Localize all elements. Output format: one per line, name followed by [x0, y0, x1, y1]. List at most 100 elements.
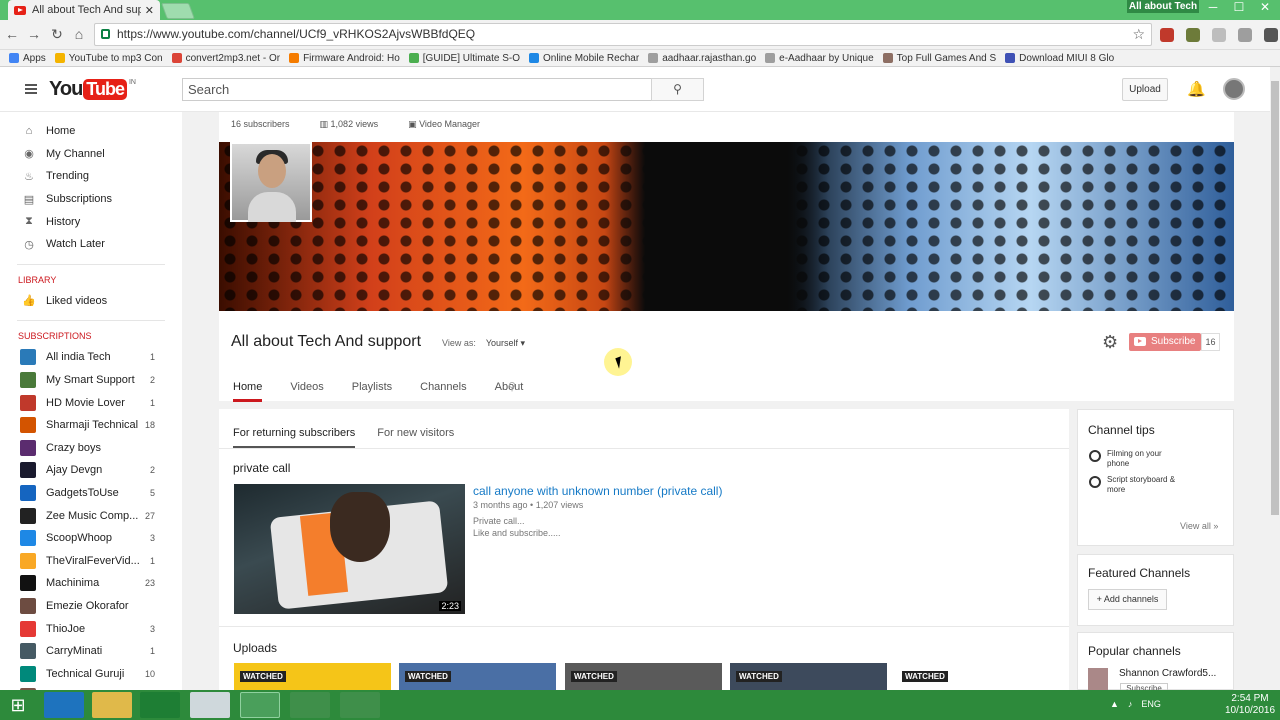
hamburger-menu-icon[interactable] — [25, 84, 37, 94]
tip-item[interactable]: Script storyboard & more — [1089, 475, 1177, 495]
sidebar-item[interactable]: ◷ Watch Later — [0, 233, 182, 256]
subscription-item[interactable]: ThioJoe 3 — [0, 617, 182, 640]
search-input[interactable]: Search — [182, 78, 652, 101]
tab-videos[interactable]: Videos — [290, 381, 323, 402]
bookmark-item[interactable]: Firmware Android: Ho — [289, 53, 400, 64]
profile-badge[interactable]: All about Tech — [1127, 0, 1199, 13]
reload-icon[interactable]: ↻ — [49, 26, 65, 42]
bookmark-item[interactable]: convert2mp3.net - Or — [171, 53, 280, 64]
back-arrow-icon[interactable]: ← — [4, 26, 20, 42]
new-tab-button[interactable] — [161, 3, 195, 19]
extension-icon[interactable] — [1212, 28, 1226, 42]
language-indicator[interactable]: ENG — [1141, 699, 1161, 709]
tab-channels[interactable]: Channels — [420, 381, 466, 402]
view-as-selector[interactable]: View as: Yourself ▾ — [442, 338, 525, 349]
sidebar-item[interactable]: ⌂ Home — [0, 120, 182, 143]
sidebar-item[interactable]: 👍 Liked videos — [0, 290, 182, 313]
content-tab[interactable]: For new visitors — [377, 427, 454, 448]
subscription-item[interactable]: Zee Music Comp... 27 — [0, 504, 182, 527]
app-icon[interactable] — [340, 692, 380, 718]
tab-home[interactable]: Home — [233, 381, 263, 402]
uploads-title[interactable]: Uploads — [233, 641, 277, 655]
subscription-item[interactable]: Sharmaji Technical 18 — [0, 414, 182, 437]
windows-start-icon[interactable]: ⊞ — [3, 692, 33, 718]
app-icon[interactable] — [290, 692, 330, 718]
network-icon[interactable]: ▲ — [1110, 699, 1119, 709]
home-browser-icon[interactable]: ⌂ — [71, 26, 87, 42]
channel-avatar[interactable] — [230, 142, 312, 222]
store-icon[interactable] — [140, 692, 180, 718]
account-avatar[interactable] — [1223, 78, 1245, 100]
popular-channel-avatar[interactable] — [1088, 668, 1108, 690]
chrome-icon[interactable] — [240, 692, 280, 718]
sidebar-item[interactable]: ⧗ History — [0, 210, 182, 233]
close-window-button[interactable]: ✕ — [1252, 0, 1278, 16]
subscription-item[interactable]: HD Movie Lover 1 — [0, 391, 182, 414]
subscription-item[interactable]: CarryMinati 1 — [0, 640, 182, 663]
file-explorer-icon[interactable] — [92, 692, 132, 718]
subscription-item[interactable]: Machinima 23 — [0, 572, 182, 595]
subscribe-button[interactable]: Subscribe — [1129, 333, 1201, 351]
subscription-item[interactable]: Ajay Devgn 2 — [0, 459, 182, 482]
sidebar-item[interactable]: ◉ My Channel — [0, 143, 182, 166]
app-icon[interactable] — [190, 692, 230, 718]
menu-dots-icon[interactable] — [1264, 28, 1278, 42]
view-as-value[interactable]: Yourself ▾ — [486, 338, 525, 348]
search-button[interactable]: ⚲ — [651, 78, 704, 101]
tab-playlists[interactable]: Playlists — [352, 381, 392, 402]
sidebar-item[interactable]: ▤ Subscriptions — [0, 188, 182, 211]
internet-explorer-icon[interactable] — [44, 692, 84, 718]
sidebar-item[interactable]: ♨ Trending — [0, 165, 182, 188]
video-manager-link[interactable]: ▣ Video Manager — [408, 119, 480, 130]
browser-tab-active[interactable]: All about Tech And supp ✕ — [8, 0, 160, 20]
subscription-item[interactable]: GadgetsToUse 5 — [0, 482, 182, 505]
taskbar-clock[interactable]: 2:54 PM 10/10/2016 — [1225, 693, 1275, 717]
video-thumbnail[interactable]: 2:23 — [234, 484, 465, 614]
upload-thumbnail[interactable]: WATCHED — [896, 663, 1053, 690]
tab-close-icon[interactable]: ✕ — [145, 4, 154, 17]
subscription-item[interactable]: Technical Guruji 10 — [0, 662, 182, 685]
upload-thumbnail[interactable]: WATCHED — [730, 663, 887, 690]
tip-item[interactable]: Filming on your phone — [1089, 449, 1177, 469]
youtube-logo[interactable]: You Tube IN — [49, 77, 136, 101]
popular-channel-name[interactable]: Shannon Crawford5... — [1119, 668, 1216, 679]
bookmark-item[interactable]: [GUIDE] Ultimate S-O — [408, 53, 520, 64]
upload-thumbnail[interactable]: WATCHED — [565, 663, 722, 690]
bookmark-item[interactable]: Download MIUI 8 Glo — [1005, 53, 1114, 64]
subscribers-stat[interactable]: 16 subscribers — [231, 119, 290, 130]
page-scrollbar[interactable] — [1270, 67, 1280, 690]
bookmark-item[interactable]: e-Aadhaar by Unique — [765, 53, 874, 64]
section-title[interactable]: private call — [233, 461, 290, 475]
subscription-item[interactable]: TheViralFeverVid... 1 — [0, 550, 182, 573]
upload-button[interactable]: Upload — [1122, 78, 1168, 101]
notifications-bell-icon[interactable]: 🔔 — [1187, 80, 1206, 98]
view-all-link[interactable]: View all » — [1180, 521, 1218, 531]
bookmark-item[interactable]: Top Full Games And S — [882, 53, 996, 64]
upload-thumbnail[interactable]: WATCHED — [399, 663, 556, 690]
subscription-item[interactable]: Crazy boys — [0, 437, 182, 460]
bookmark-item[interactable]: Apps — [9, 53, 46, 64]
subscription-item[interactable]: Emezie Okorafor — [0, 595, 182, 618]
bookmark-item[interactable]: aadhaar.rajasthan.go — [648, 53, 756, 64]
extension-icon[interactable] — [1238, 28, 1252, 42]
bookmark-star-icon[interactable]: ☆ — [1132, 24, 1145, 45]
subscription-item[interactable]: My Smart Support 2 — [0, 369, 182, 392]
scrollbar-thumb[interactable] — [1271, 81, 1279, 515]
address-bar[interactable]: https://www.youtube.com/channel/UCf9_vRH… — [94, 23, 1152, 46]
minimize-button[interactable]: ─ — [1200, 0, 1226, 16]
add-channels-button[interactable]: + Add channels — [1088, 589, 1167, 610]
bookmark-item[interactable]: Online Mobile Rechar — [529, 53, 639, 64]
forward-arrow-icon[interactable]: → — [26, 26, 42, 42]
upload-thumbnail[interactable]: WATCHED — [234, 663, 391, 690]
extension-icon[interactable] — [1186, 28, 1200, 42]
maximize-button[interactable]: ☐ — [1226, 0, 1252, 16]
volume-icon[interactable]: ♪ — [1128, 699, 1133, 709]
content-tab[interactable]: For returning subscribers — [233, 427, 356, 448]
bookmark-item[interactable]: YouTube to mp3 Con — [54, 53, 163, 64]
gear-icon[interactable]: ⚙ — [1102, 332, 1118, 353]
extension-icon[interactable] — [1160, 28, 1174, 42]
video-title-link[interactable]: call anyone with unknown number (private… — [473, 484, 722, 498]
views-stat[interactable]: ▥ 1,082 views — [320, 119, 379, 130]
subscription-item[interactable]: ScoopWhoop 3 — [0, 527, 182, 550]
subscription-item[interactable]: All india Tech 1 — [0, 346, 182, 369]
